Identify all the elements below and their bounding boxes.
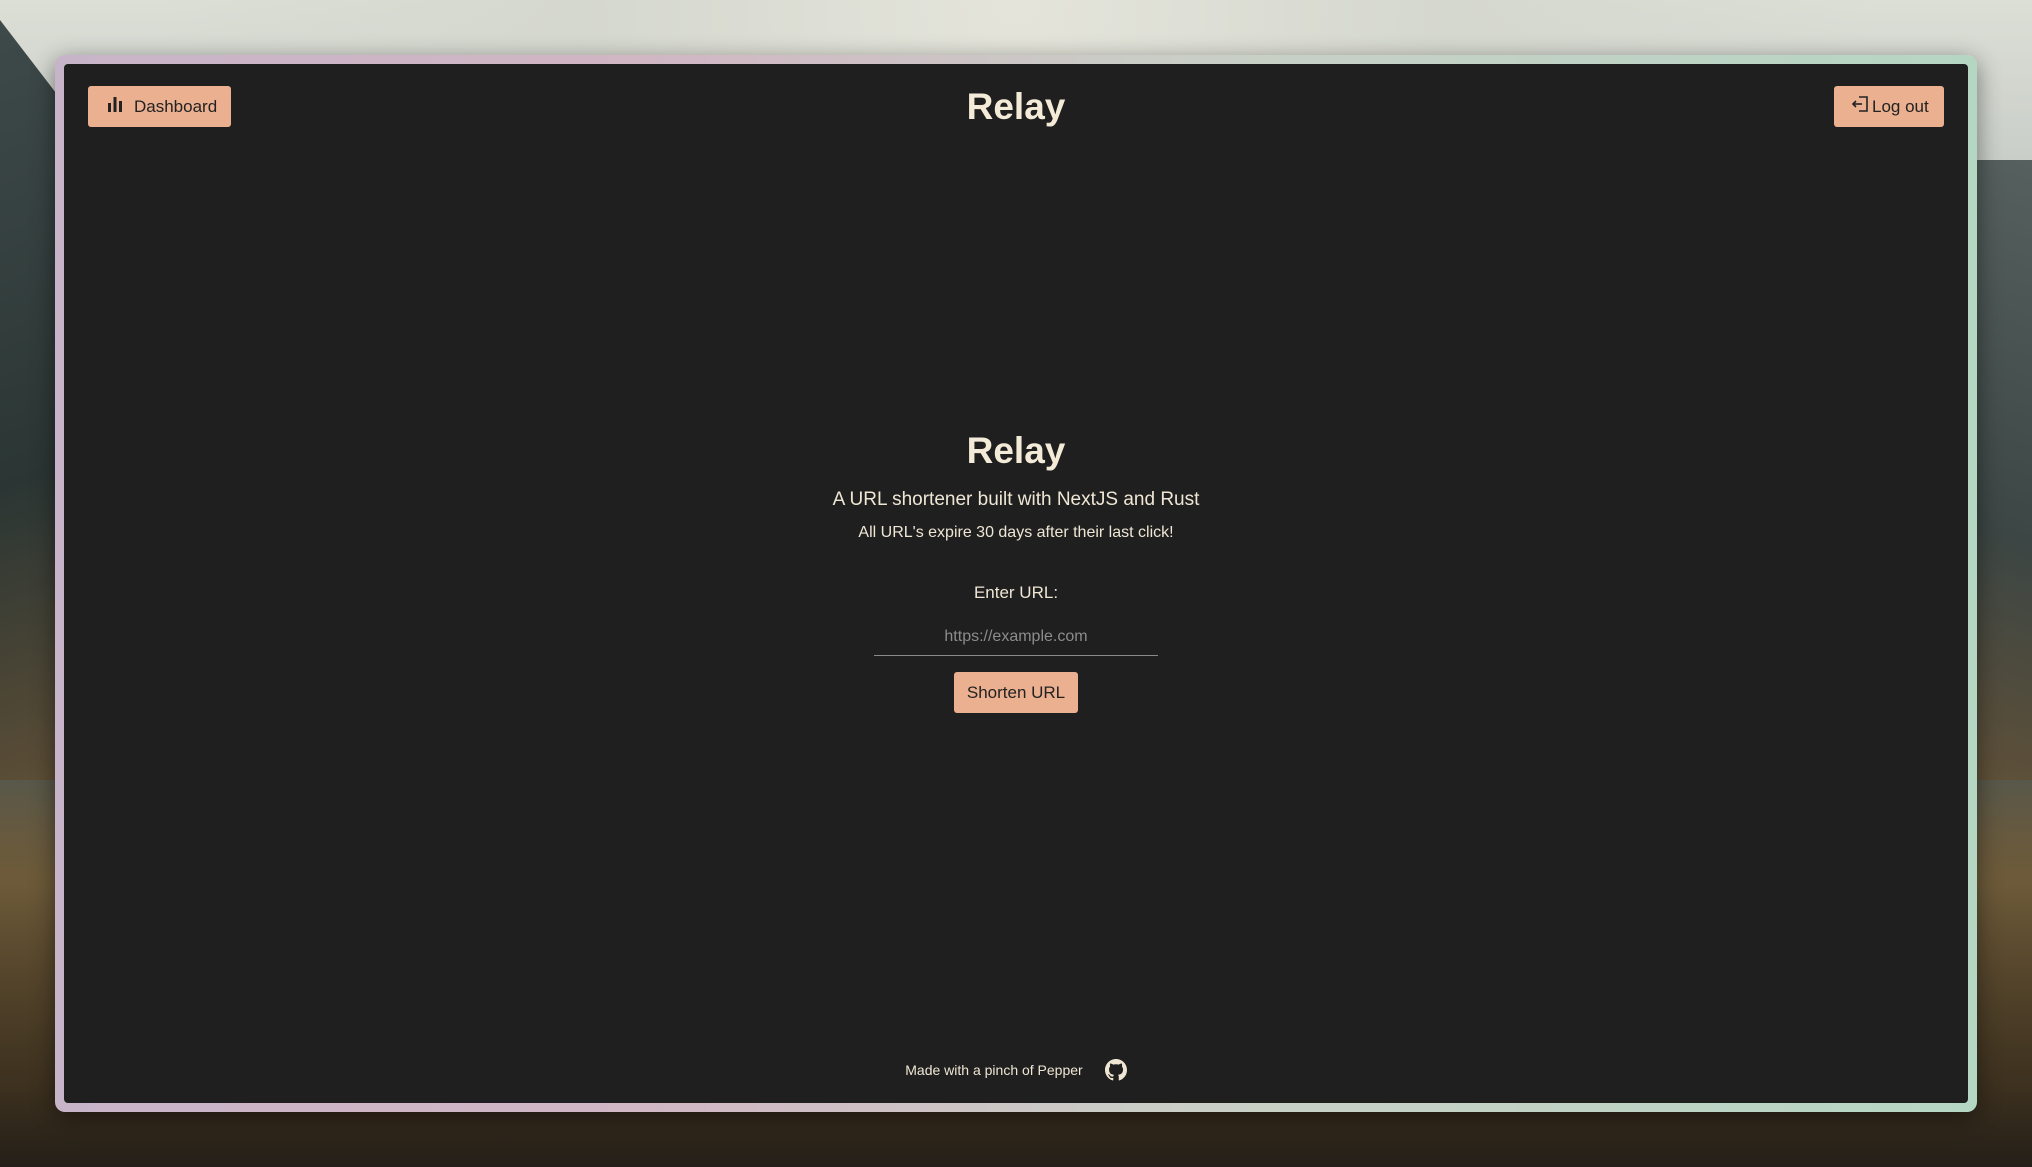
hero-title: Relay	[966, 430, 1066, 471]
logout-button-label: Log out	[1872, 96, 1929, 116]
url-label: Enter URL:	[973, 583, 1059, 602]
url-input[interactable]	[874, 619, 1158, 656]
logout-icon	[1850, 94, 1870, 119]
browser-window-frame: Dashboard Relay Log out Relay A URL shor…	[55, 55, 1977, 1112]
wallpaper-mountain-right	[1972, 160, 2032, 780]
expiry-note: All URL's expire 30 days after their las…	[858, 524, 1174, 541]
logout-button[interactable]: Log out	[1834, 86, 1944, 127]
shorten-url-button[interactable]: Shorten URL	[954, 672, 1078, 713]
header-title: Relay	[966, 86, 1066, 127]
github-icon[interactable]	[1104, 1059, 1127, 1081]
hero-subtitle: A URL shortener built with NextJS and Ru…	[832, 489, 1200, 510]
app-page: Dashboard Relay Log out Relay A URL shor…	[64, 64, 1968, 1103]
footer: Made with a pinch of Pepper	[64, 1059, 1968, 1081]
footer-text: Made with a pinch of Pepper	[905, 1062, 1083, 1078]
hero-section: Relay A URL shortener built with NextJS …	[64, 429, 1968, 713]
